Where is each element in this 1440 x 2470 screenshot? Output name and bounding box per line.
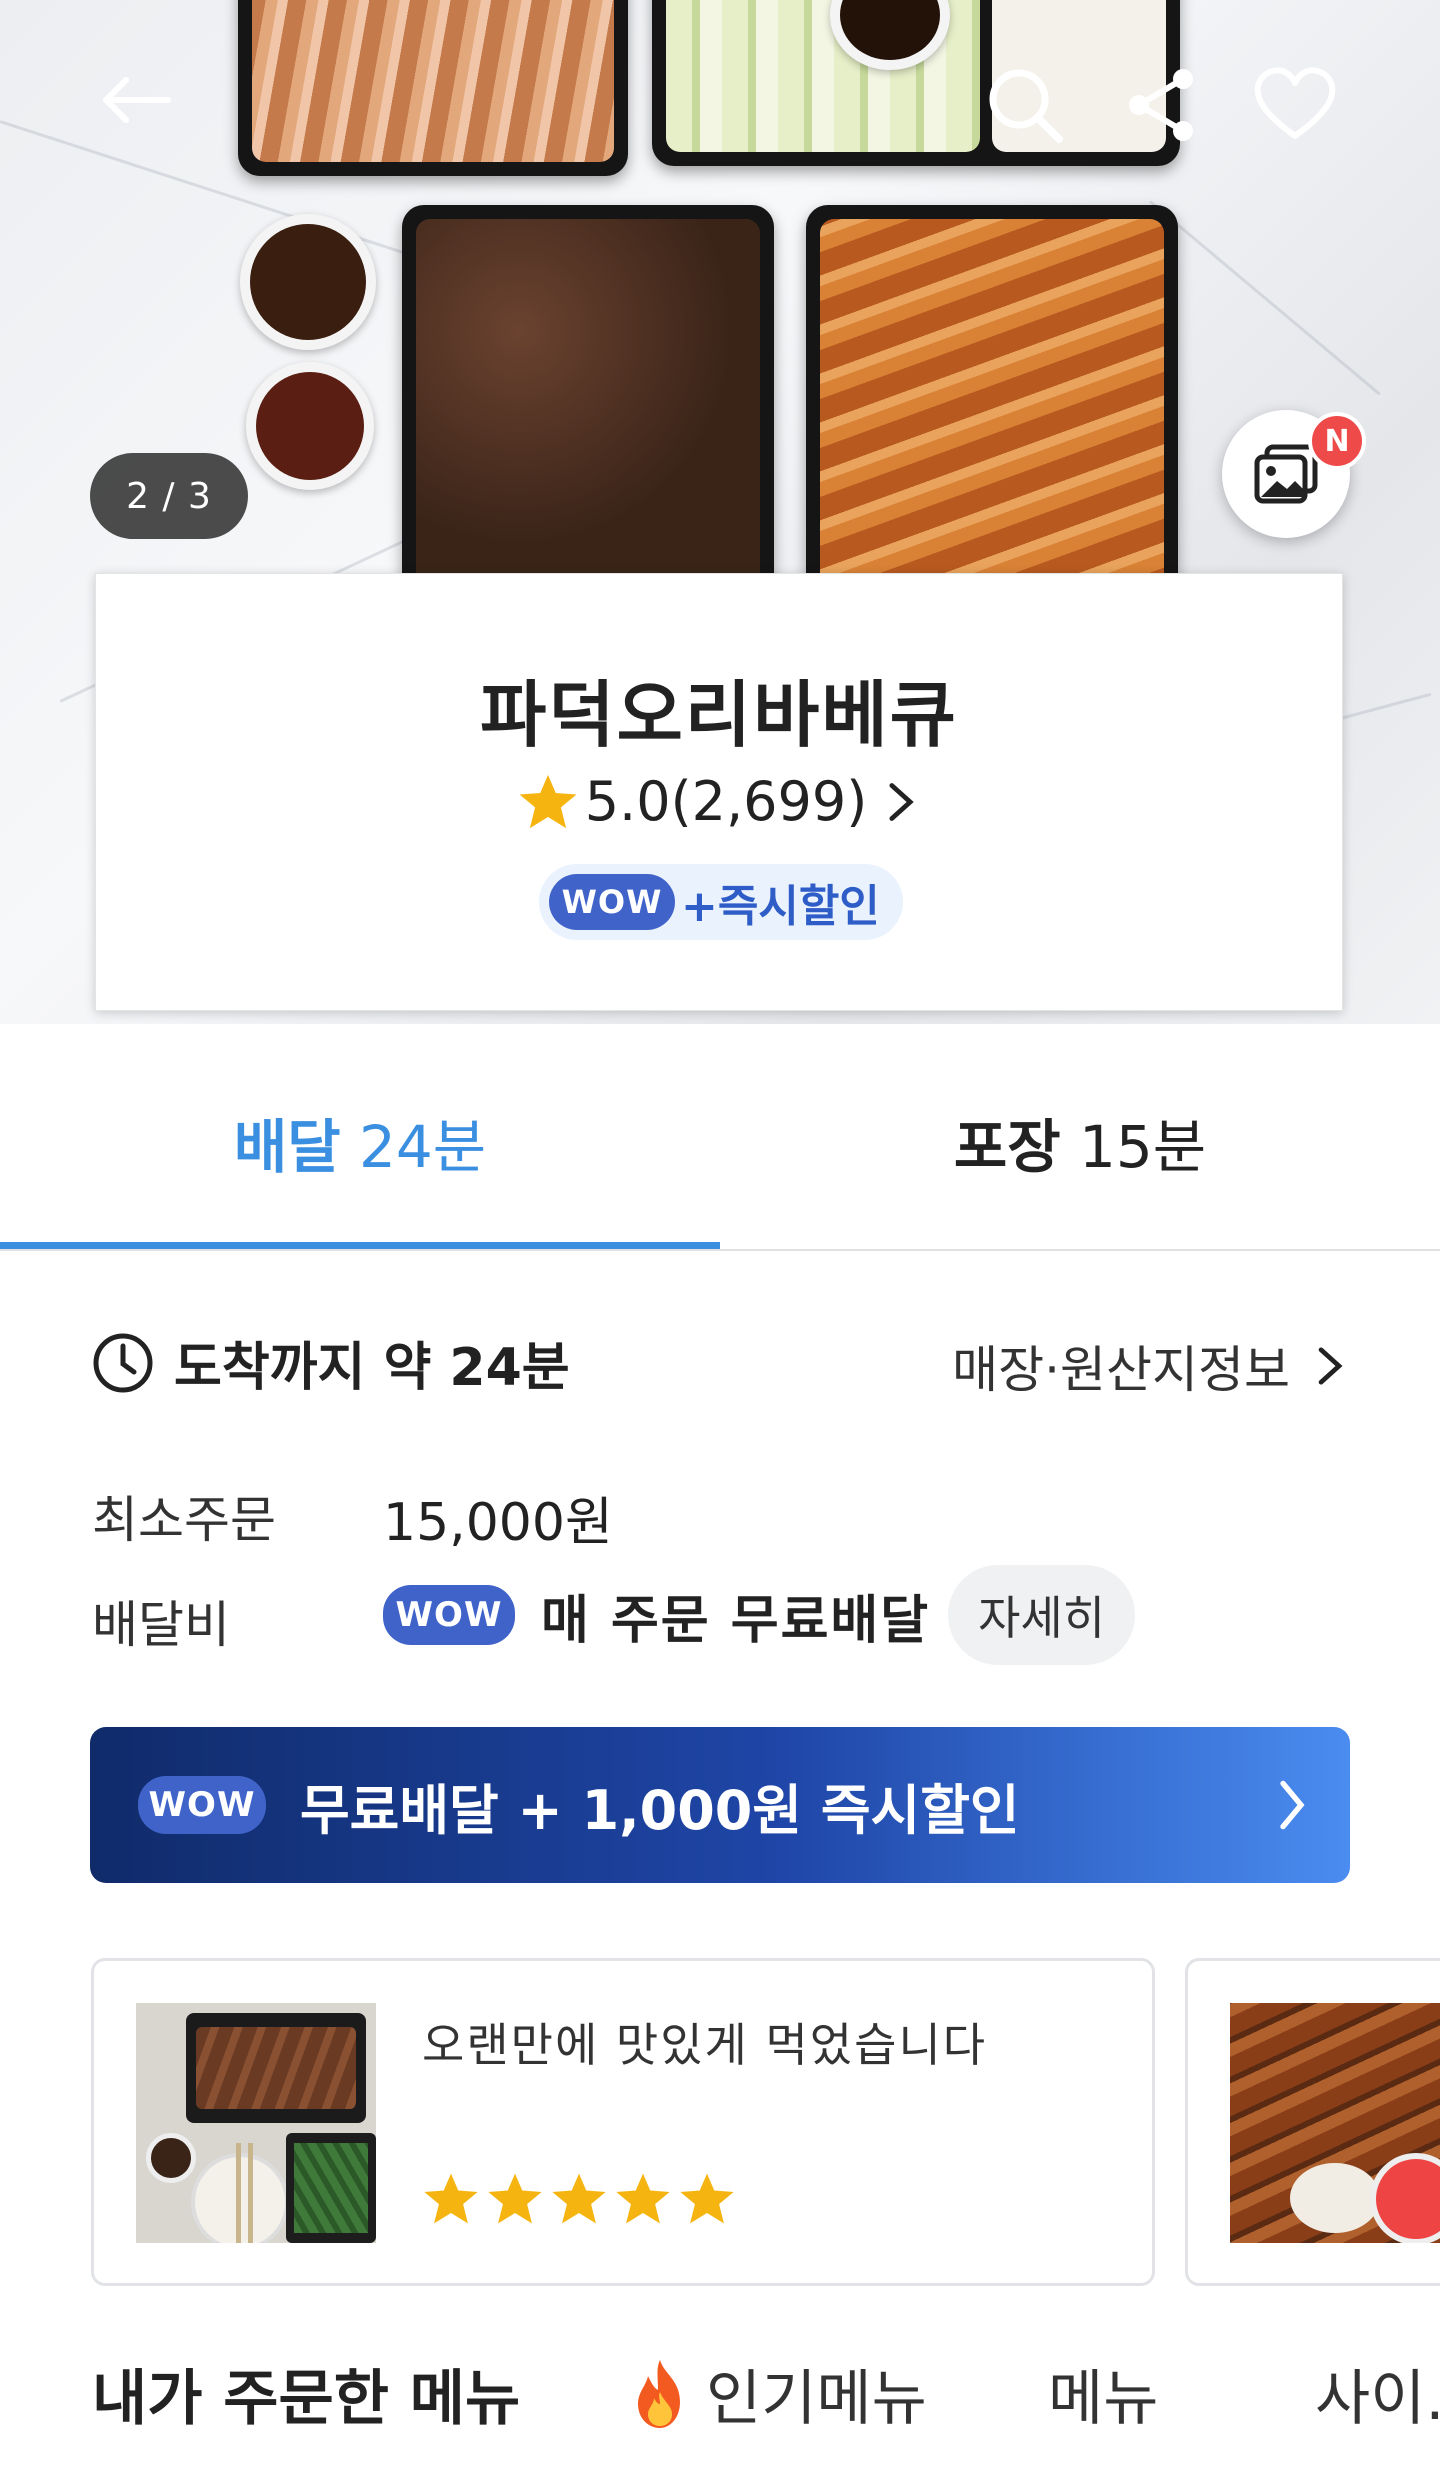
wow-label: WOW xyxy=(549,874,675,930)
min-order-label: 최소주문 xyxy=(92,1491,276,1549)
min-order-value: 15,000원 xyxy=(383,1493,613,1553)
wow-instant-discount-badge: WOW +즉시할인 xyxy=(539,864,903,940)
review-photo xyxy=(1230,2003,1440,2243)
new-photo-badge: N xyxy=(1308,412,1366,470)
image-counter: 2 / 3 xyxy=(90,453,248,539)
rating-row[interactable]: 5.0 (2,699) xyxy=(96,770,1342,833)
eta-row: 도착까지 약 24분 xyxy=(92,1325,570,1400)
detail-button[interactable]: 자세히 xyxy=(948,1565,1136,1665)
search-icon[interactable] xyxy=(980,60,1070,150)
menu-tab-popular[interactable]: 인기메뉴 xyxy=(628,2350,927,2437)
wow-label: WOW xyxy=(383,1585,515,1645)
tab-pickup[interactable]: 포장 15분 xyxy=(720,1100,1440,1184)
tab-delivery[interactable]: 배달 24분 xyxy=(0,1100,720,1184)
menu-tab-menu[interactable]: 메뉴 xyxy=(1048,2350,1158,2437)
fire-icon xyxy=(638,2359,680,2428)
chevron-right-icon xyxy=(889,782,915,821)
banner-text: 무료배달 + 1,000원 즉시할인 xyxy=(300,1778,1020,1842)
gallery-icon xyxy=(1254,444,1318,504)
star-icon xyxy=(680,2173,734,2224)
wow-label: WOW xyxy=(138,1776,266,1834)
delivery-fee-row: WOW 매 주문 무료배달 자세히 xyxy=(383,1565,1136,1665)
tab-delivery-label: 배달 xyxy=(233,1113,341,1181)
store-info-card: 파덕오리바베큐 5.0 (2,699) WOW +즉시할인 xyxy=(95,573,1343,1011)
tab-pickup-time: 15분 xyxy=(1079,1113,1207,1181)
tab-pickup-label: 포장 xyxy=(953,1113,1061,1181)
star-icon xyxy=(616,2173,670,2224)
star-icon xyxy=(552,2173,606,2224)
review-card[interactable]: 오랜만에 맛있게 먹었습니다 xyxy=(91,1958,1155,2286)
store-origin-info-link[interactable]: 매장·원산지정보 xyxy=(952,1330,1348,1402)
clock-icon xyxy=(93,1333,153,1392)
rating-value: 5.0 xyxy=(584,770,671,833)
tab-divider xyxy=(0,1249,1440,1251)
heart-icon[interactable] xyxy=(1250,58,1340,148)
menu-tab-popular-label: 인기메뉴 xyxy=(706,2364,927,2434)
delivery-fee-label: 배달비 xyxy=(92,1596,230,1654)
menu-tab-side[interactable]: 사이. xyxy=(1315,2350,1440,2437)
back-arrow-icon[interactable] xyxy=(90,55,180,145)
tab-delivery-time: 24분 xyxy=(359,1113,487,1181)
chevron-right-icon xyxy=(1280,1780,1305,1830)
store-name: 파덕오리바베큐 xyxy=(480,673,958,757)
share-icon[interactable] xyxy=(1118,60,1208,150)
review-text: 오랜만에 맛있게 먹었습니다 xyxy=(422,2018,988,2072)
review-card[interactable] xyxy=(1185,1958,1440,2286)
delivery-fee-value: 매 주문 무료배달 xyxy=(541,1590,931,1651)
wow-promo-banner[interactable]: WOW 무료배달 + 1,000원 즉시할인 xyxy=(90,1727,1350,1883)
review-photo xyxy=(136,2003,376,2243)
store-info-link-label: 매장·원산지정보 xyxy=(952,1341,1290,1399)
star-icon xyxy=(424,2173,478,2224)
menu-tab-ordered[interactable]: 내가 주문한 메뉴 xyxy=(92,2350,520,2437)
review-star-rating xyxy=(422,2171,736,2227)
star-icon xyxy=(519,774,577,828)
star-icon xyxy=(488,2173,542,2224)
instant-discount-label: +즉시할인 xyxy=(681,881,880,932)
chevron-right-icon xyxy=(1318,1347,1343,1385)
eta-label: 도착까지 약 24분 xyxy=(174,1338,570,1398)
review-count: (2,699) xyxy=(670,770,868,833)
